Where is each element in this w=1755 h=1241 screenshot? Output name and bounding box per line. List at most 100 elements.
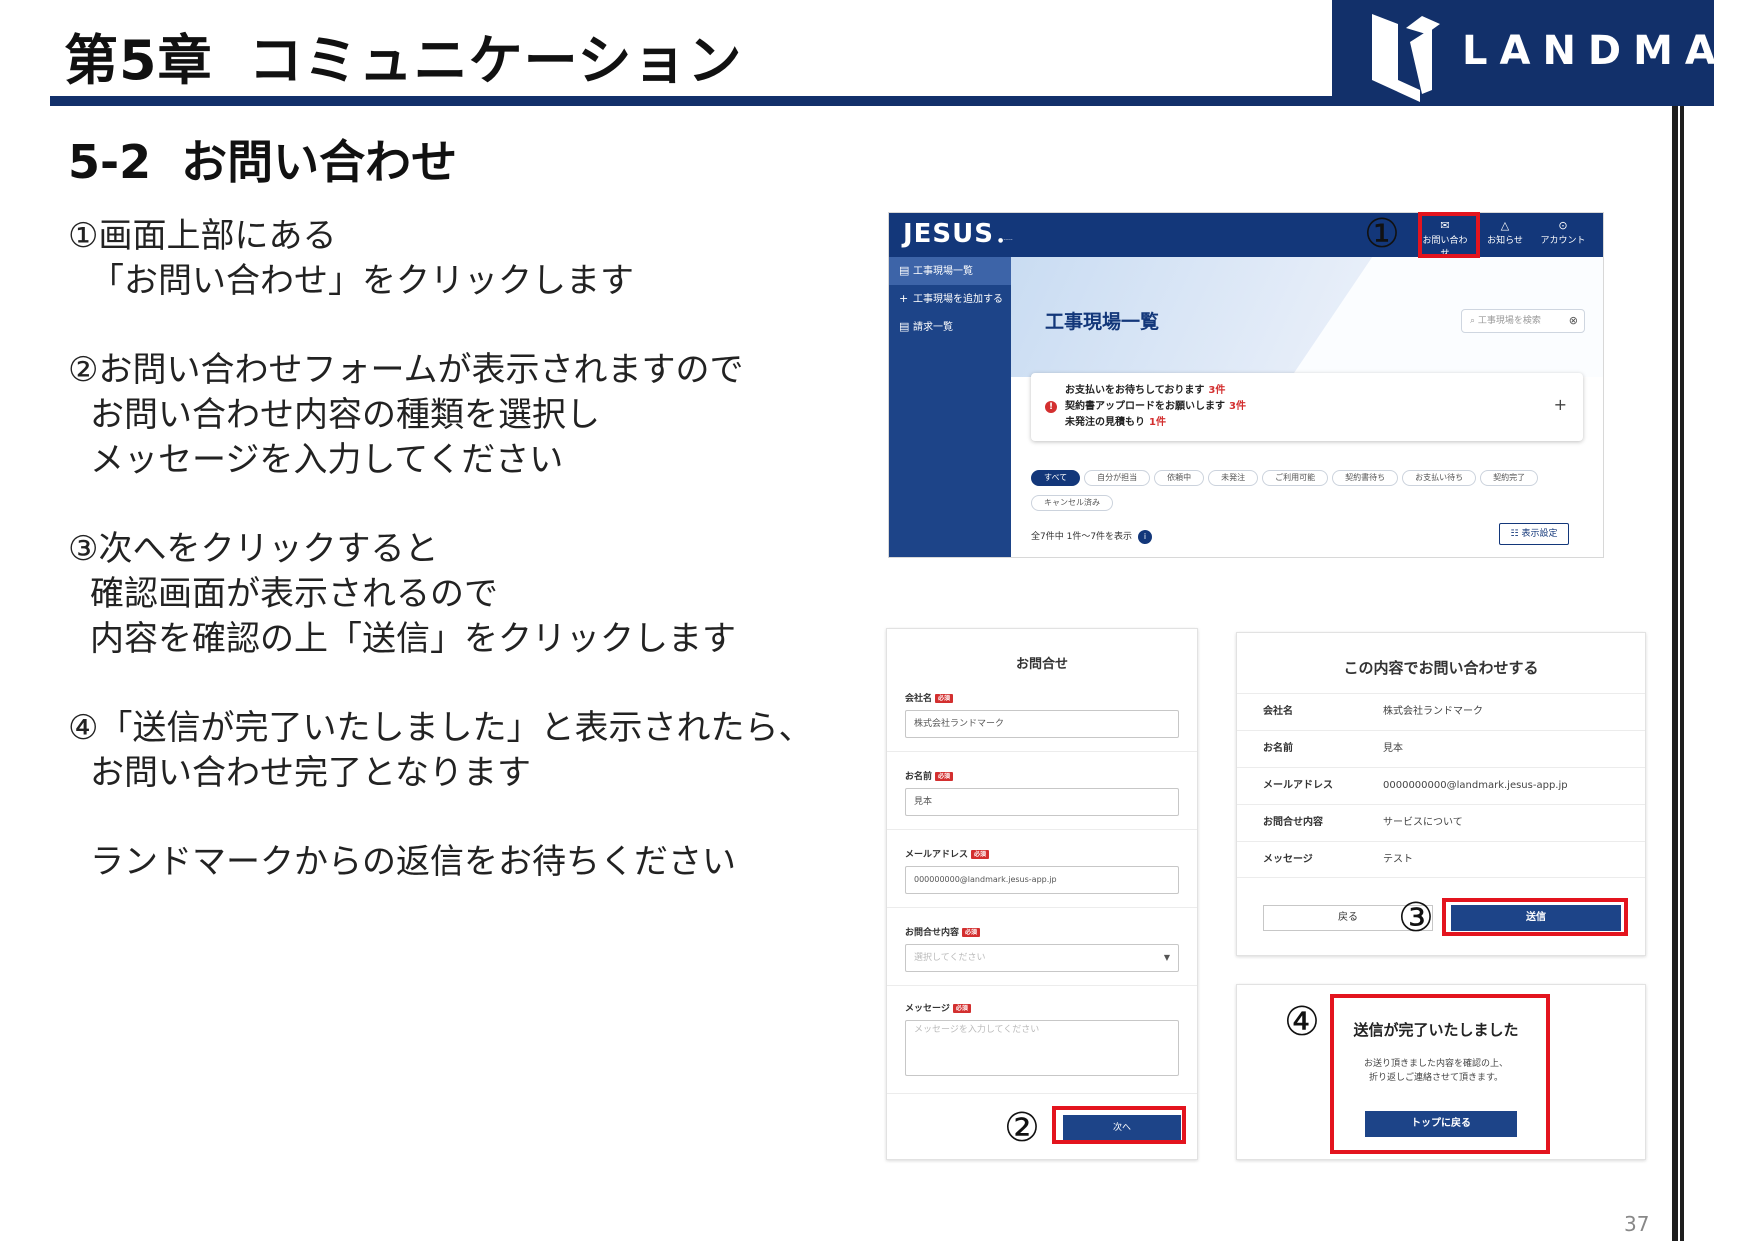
required-badge: 必須 bbox=[962, 928, 981, 937]
inquiry-type-field: お問合せ内容 必須 選択してください ▼ bbox=[905, 925, 1181, 972]
step-line: お問い合わせ完了となります bbox=[90, 753, 531, 793]
sidebar-item-invoices[interactable]: ▤ 請求一覧 bbox=[889, 313, 1011, 341]
step-1: ①画面上部にある 「お問い合わせ」をクリックします bbox=[68, 214, 788, 304]
right-edge-bar bbox=[1672, 106, 1684, 1241]
step-line: ランドマークからの返信をお待ちください bbox=[90, 842, 736, 882]
search-input[interactable]: ⌕ 工事現場を検索 ⊗ bbox=[1461, 309, 1585, 333]
result-count: 全7件中 1件〜7件を表示 i bbox=[1031, 529, 1153, 544]
instruction-steps: ①画面上部にある 「お問い合わせ」をクリックします ②お問い合わせフォームが表示… bbox=[68, 214, 813, 929]
email-input[interactable]: 000000000@landmark.jesus-app.jp bbox=[905, 866, 1179, 894]
hero-banner: 工事現場一覧 ⌕ 工事現場を検索 ⊗ bbox=[1011, 257, 1603, 377]
sidebar-item-sites[interactable]: ▤ 工事現場一覧 bbox=[889, 257, 1011, 285]
nav-account[interactable]: ⊙ アカウント bbox=[1537, 219, 1589, 246]
name-field: お名前 必須 見本 bbox=[905, 769, 1181, 816]
expand-plus-icon[interactable]: + bbox=[1554, 395, 1567, 414]
required-badge: 必須 bbox=[935, 772, 954, 781]
search-placeholder: 工事現場を検索 bbox=[1477, 316, 1541, 326]
chapter-name: コミュニケーション bbox=[248, 29, 743, 92]
alert-line[interactable]: 未発注の見積もり 1件 bbox=[1065, 415, 1246, 431]
app-topbar: JESUS ●····· ✉ お問い合わせ △ お知らせ ⊙ アカウント bbox=[889, 213, 1603, 259]
account-icon: ⊙ bbox=[1558, 219, 1568, 232]
message-field: メッセージ 必須 メッセージを入力してください bbox=[905, 1001, 1181, 1076]
section-title: 5-2 お問い合わせ bbox=[68, 126, 457, 192]
sidebar-item-add-site[interactable]: + 工事現場を追加する bbox=[889, 285, 1011, 313]
closing-note: ランドマークからの返信をお待ちください bbox=[68, 840, 788, 885]
highlight-next bbox=[1052, 1106, 1186, 1144]
step-line: お問い合わせ内容の種類を選択し bbox=[90, 395, 600, 435]
nav-news[interactable]: △ お知らせ bbox=[1479, 219, 1531, 246]
marker-1: ① bbox=[1364, 211, 1400, 257]
filter-chip[interactable]: ご利用可能 bbox=[1262, 470, 1329, 486]
step-line: ③次へをクリックすると bbox=[68, 529, 439, 569]
page-title: 工事現場一覧 bbox=[1045, 311, 1160, 333]
alert-icon: ! bbox=[1045, 401, 1057, 413]
filter-chip[interactable]: 依頼中 bbox=[1154, 470, 1205, 486]
confirm-row: 会社名 株式会社ランドマーク bbox=[1237, 693, 1645, 730]
step-4: ④「送信が完了いたしました」と表示されたら、 お問い合わせ完了となります bbox=[68, 706, 813, 796]
company-input[interactable]: 株式会社ランドマーク bbox=[905, 710, 1179, 738]
chapter-title: 第5章 コミュニケーション bbox=[64, 16, 743, 95]
confirm-title: この内容でお問い合わせする bbox=[1343, 659, 1539, 677]
filter-chip[interactable]: 契約書待ち bbox=[1332, 470, 1399, 486]
inquiry-form-card: お問合せ 会社名 必須 株式会社ランドマーク お名前 必須 見本 メールアドレス 必須… bbox=[886, 628, 1198, 1160]
logo-text: LANDMARK bbox=[1462, 28, 1755, 74]
section-number: 5-2 bbox=[68, 135, 152, 189]
marker-4: ④ bbox=[1284, 999, 1320, 1045]
field-label: メールアドレス 必須 bbox=[905, 847, 1181, 860]
nav-label: アカウント bbox=[1540, 236, 1586, 246]
filter-chip[interactable]: お支払い待ち bbox=[1402, 470, 1477, 486]
filter-chip[interactable]: すべて bbox=[1031, 470, 1081, 486]
step-3: ③次へをクリックすると 確認画面が表示されるので 内容を確認の上「送信」をクリッ… bbox=[68, 527, 788, 662]
highlight-complete bbox=[1330, 994, 1550, 1154]
inquiry-type-select[interactable]: 選択してください ▼ bbox=[905, 944, 1179, 972]
sidebar-item-label: 工事現場一覧 bbox=[913, 266, 973, 277]
bell-icon: △ bbox=[1500, 219, 1510, 232]
filter-chip[interactable]: キャンセル済み bbox=[1031, 495, 1113, 511]
step-line: ④「送信が完了いたしました」と表示されたら、 bbox=[68, 708, 813, 748]
required-badge: 必須 bbox=[971, 850, 990, 859]
field-label: お名前 必須 bbox=[905, 769, 1181, 782]
message-textarea[interactable]: メッセージを入力してください bbox=[905, 1020, 1179, 1076]
alert-panel: ! お支払いをお待ちしております 3件 契約書アップロードをお願いします 3件 未発… bbox=[1031, 373, 1583, 441]
app-screenshot: JESUS ●····· ✉ お問い合わせ △ お知らせ ⊙ アカウント ▤ 工事現… bbox=[888, 212, 1604, 558]
filter-chips: すべて 自分が担当 依頼中 未発注 ご利用可能 契約書待ち お支払い待ち 契約完了キャンセル済… bbox=[1031, 465, 1591, 515]
name-input[interactable]: 見本 bbox=[905, 788, 1179, 816]
step-line: メッセージを入力してください bbox=[90, 440, 564, 480]
alert-line[interactable]: 契約書アップロードをお願いします 3件 bbox=[1065, 399, 1246, 415]
confirm-row: お問合せ内容 サービスについて bbox=[1237, 804, 1645, 841]
plus-icon: + bbox=[899, 292, 909, 305]
field-label: メッセージ 必須 bbox=[905, 1001, 1181, 1014]
chapter-number: 第5章 bbox=[64, 29, 213, 92]
confirm-row: メッセージ テスト bbox=[1237, 841, 1645, 878]
landmark-logo-mark-icon bbox=[1372, 14, 1440, 102]
sidebar-item-label: 請求一覧 bbox=[913, 322, 953, 333]
highlight-send bbox=[1442, 898, 1628, 936]
step-line: 内容を確認の上「送信」をクリックします bbox=[90, 619, 736, 659]
marker-3: ③ bbox=[1398, 895, 1434, 941]
step-line: 確認画面が表示されるので bbox=[90, 574, 498, 614]
required-badge: 必須 bbox=[952, 1004, 971, 1013]
jesus-logo: JESUS ●····· bbox=[903, 219, 1013, 249]
field-label: 会社名 必須 bbox=[905, 691, 1181, 704]
display-settings-button[interactable]: ☷ 表示設定 bbox=[1499, 523, 1569, 545]
list-icon: ▤ bbox=[899, 264, 910, 277]
step-line: 「お問い合わせ」をクリックします bbox=[90, 261, 634, 301]
form-title: お問合せ bbox=[1015, 657, 1068, 672]
confirm-row: メールアドレス 0000000000@landmark.jesus-app.jp bbox=[1237, 767, 1645, 804]
filter-chip[interactable]: 自分が担当 bbox=[1084, 470, 1151, 486]
filter-chip[interactable]: 未発注 bbox=[1208, 470, 1259, 486]
nav-label: お知らせ bbox=[1487, 236, 1523, 246]
email-field: メールアドレス 必須 000000000@landmark.jesus-app.j… bbox=[905, 847, 1181, 894]
section-name: お問い合わせ bbox=[181, 135, 458, 189]
alert-lines: お支払いをお待ちしております 3件 契約書アップロードをお願いします 3件 未発注の… bbox=[1065, 383, 1246, 431]
filter-chip[interactable]: 契約完了 bbox=[1480, 470, 1539, 486]
app-sidebar: ▤ 工事現場一覧 + 工事現場を追加する ▤ 請求一覧 bbox=[889, 257, 1011, 557]
document-icon: ▤ bbox=[899, 320, 910, 333]
confirm-row: お名前 見本 bbox=[1237, 730, 1645, 767]
required-badge: 必須 bbox=[935, 694, 954, 703]
step-line: ②お問い合わせフォームが表示されますので bbox=[68, 350, 744, 390]
landmark-logo: LANDMARK bbox=[1332, 0, 1755, 106]
alert-line[interactable]: お支払いをお待ちしております 3件 bbox=[1065, 383, 1246, 399]
header-rule bbox=[50, 96, 1332, 106]
clear-icon[interactable]: ⊗ bbox=[1569, 310, 1578, 332]
